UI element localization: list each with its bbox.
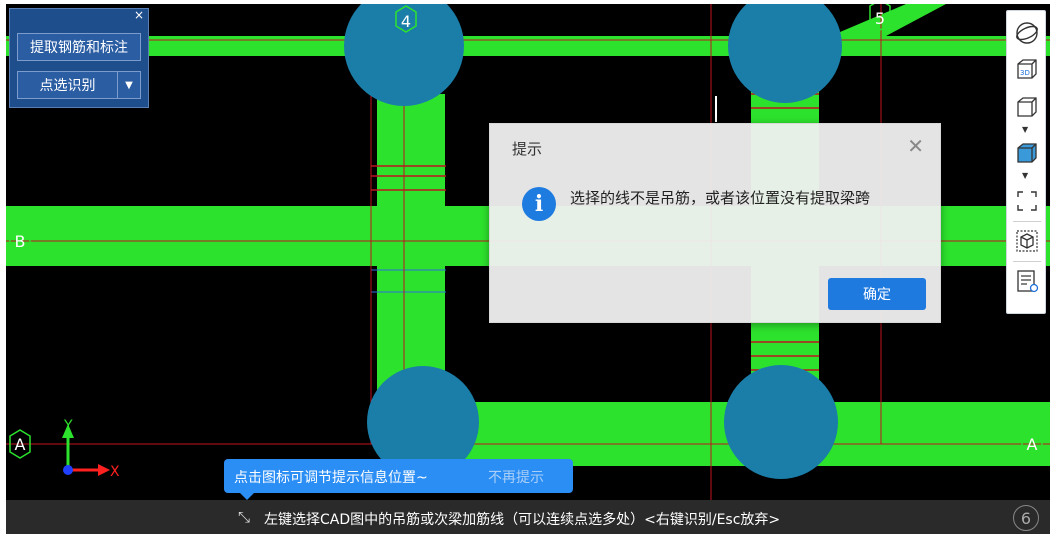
- box-solid-dropdown-icon[interactable]: ▼: [1022, 171, 1028, 180]
- axis-label-6: 6: [1013, 505, 1039, 531]
- extract-rebar-label: 提取钢筋和标注: [30, 40, 128, 56]
- column-5-bottom: [724, 365, 838, 479]
- column-5-top: [728, 4, 842, 103]
- extract-rebar-button[interactable]: 提取钢筋和标注: [17, 33, 141, 61]
- axis-x-label: X: [110, 464, 120, 480]
- toolbar-separator: [1013, 261, 1041, 262]
- axis-label-a-left: A: [15, 435, 26, 454]
- ok-button[interactable]: 确定: [828, 278, 926, 310]
- collapse-arrows-icon[interactable]: ⤡: [238, 508, 250, 526]
- layer-list-icon[interactable]: [1015, 269, 1039, 293]
- box-view-dropdown-icon[interactable]: ▼: [1022, 125, 1028, 134]
- axis-label-4: 4: [401, 12, 411, 31]
- dialog-title: 提示: [512, 140, 543, 158]
- cube-select-icon[interactable]: [1015, 229, 1039, 253]
- view-toolbar: 3D ▼ ▼: [1006, 10, 1046, 314]
- status-instruction: 左键选择CAD图中的吊筋或次梁加筋线（可以连续点选多处）<右键识别/Esc放弃>: [264, 512, 781, 528]
- toolbar-separator: [1013, 221, 1041, 222]
- panel-close-button[interactable]: ×: [134, 8, 144, 22]
- pick-recognize-button[interactable]: 点选识别 ▼: [17, 71, 141, 99]
- zoom-extent-icon[interactable]: [1015, 189, 1039, 213]
- recognition-panel: × 提取钢筋和标注 点选识别 ▼: [9, 8, 149, 108]
- tooltip-text: 点击图标可调节提示信息位置~: [234, 470, 428, 486]
- axis-label-b: B: [15, 232, 26, 251]
- beam-top: [6, 36, 1050, 56]
- pick-dropdown-icon[interactable]: ▼: [117, 72, 140, 98]
- hint-tooltip[interactable]: 点击图标可调节提示信息位置~ 不再提示: [224, 459, 573, 500]
- pick-recognize-label: 点选识别: [39, 78, 96, 94]
- axis-label-a-right: A: [1027, 435, 1038, 454]
- dont-show-again-link[interactable]: 不再提示: [488, 467, 544, 487]
- dialog-message: 选择的线不是吊筋，或者该位置没有提取梁跨: [570, 189, 871, 207]
- status-bar: ⤡ 左键选择CAD图中的吊筋或次梁加筋线（可以连续点选多处）<右键识别/Esc放…: [6, 500, 1050, 534]
- axis-y-label: Y: [63, 418, 73, 434]
- axis-label-5: 5: [875, 9, 885, 28]
- svg-text:3D: 3D: [1020, 69, 1030, 77]
- info-icon: i: [522, 187, 556, 221]
- 3d-view-icon[interactable]: 3D: [1015, 57, 1039, 81]
- box-view-icon[interactable]: [1015, 95, 1039, 119]
- orbit-icon[interactable]: [1015, 21, 1039, 45]
- coordinate-axes-icon: Y X: [62, 418, 120, 480]
- hint-dialog: 提示 ✕ i 选择的线不是吊筋，或者该位置没有提取梁跨 确定: [489, 123, 941, 323]
- box-solid-icon[interactable]: [1015, 141, 1039, 165]
- dialog-close-button[interactable]: ✕: [907, 134, 924, 158]
